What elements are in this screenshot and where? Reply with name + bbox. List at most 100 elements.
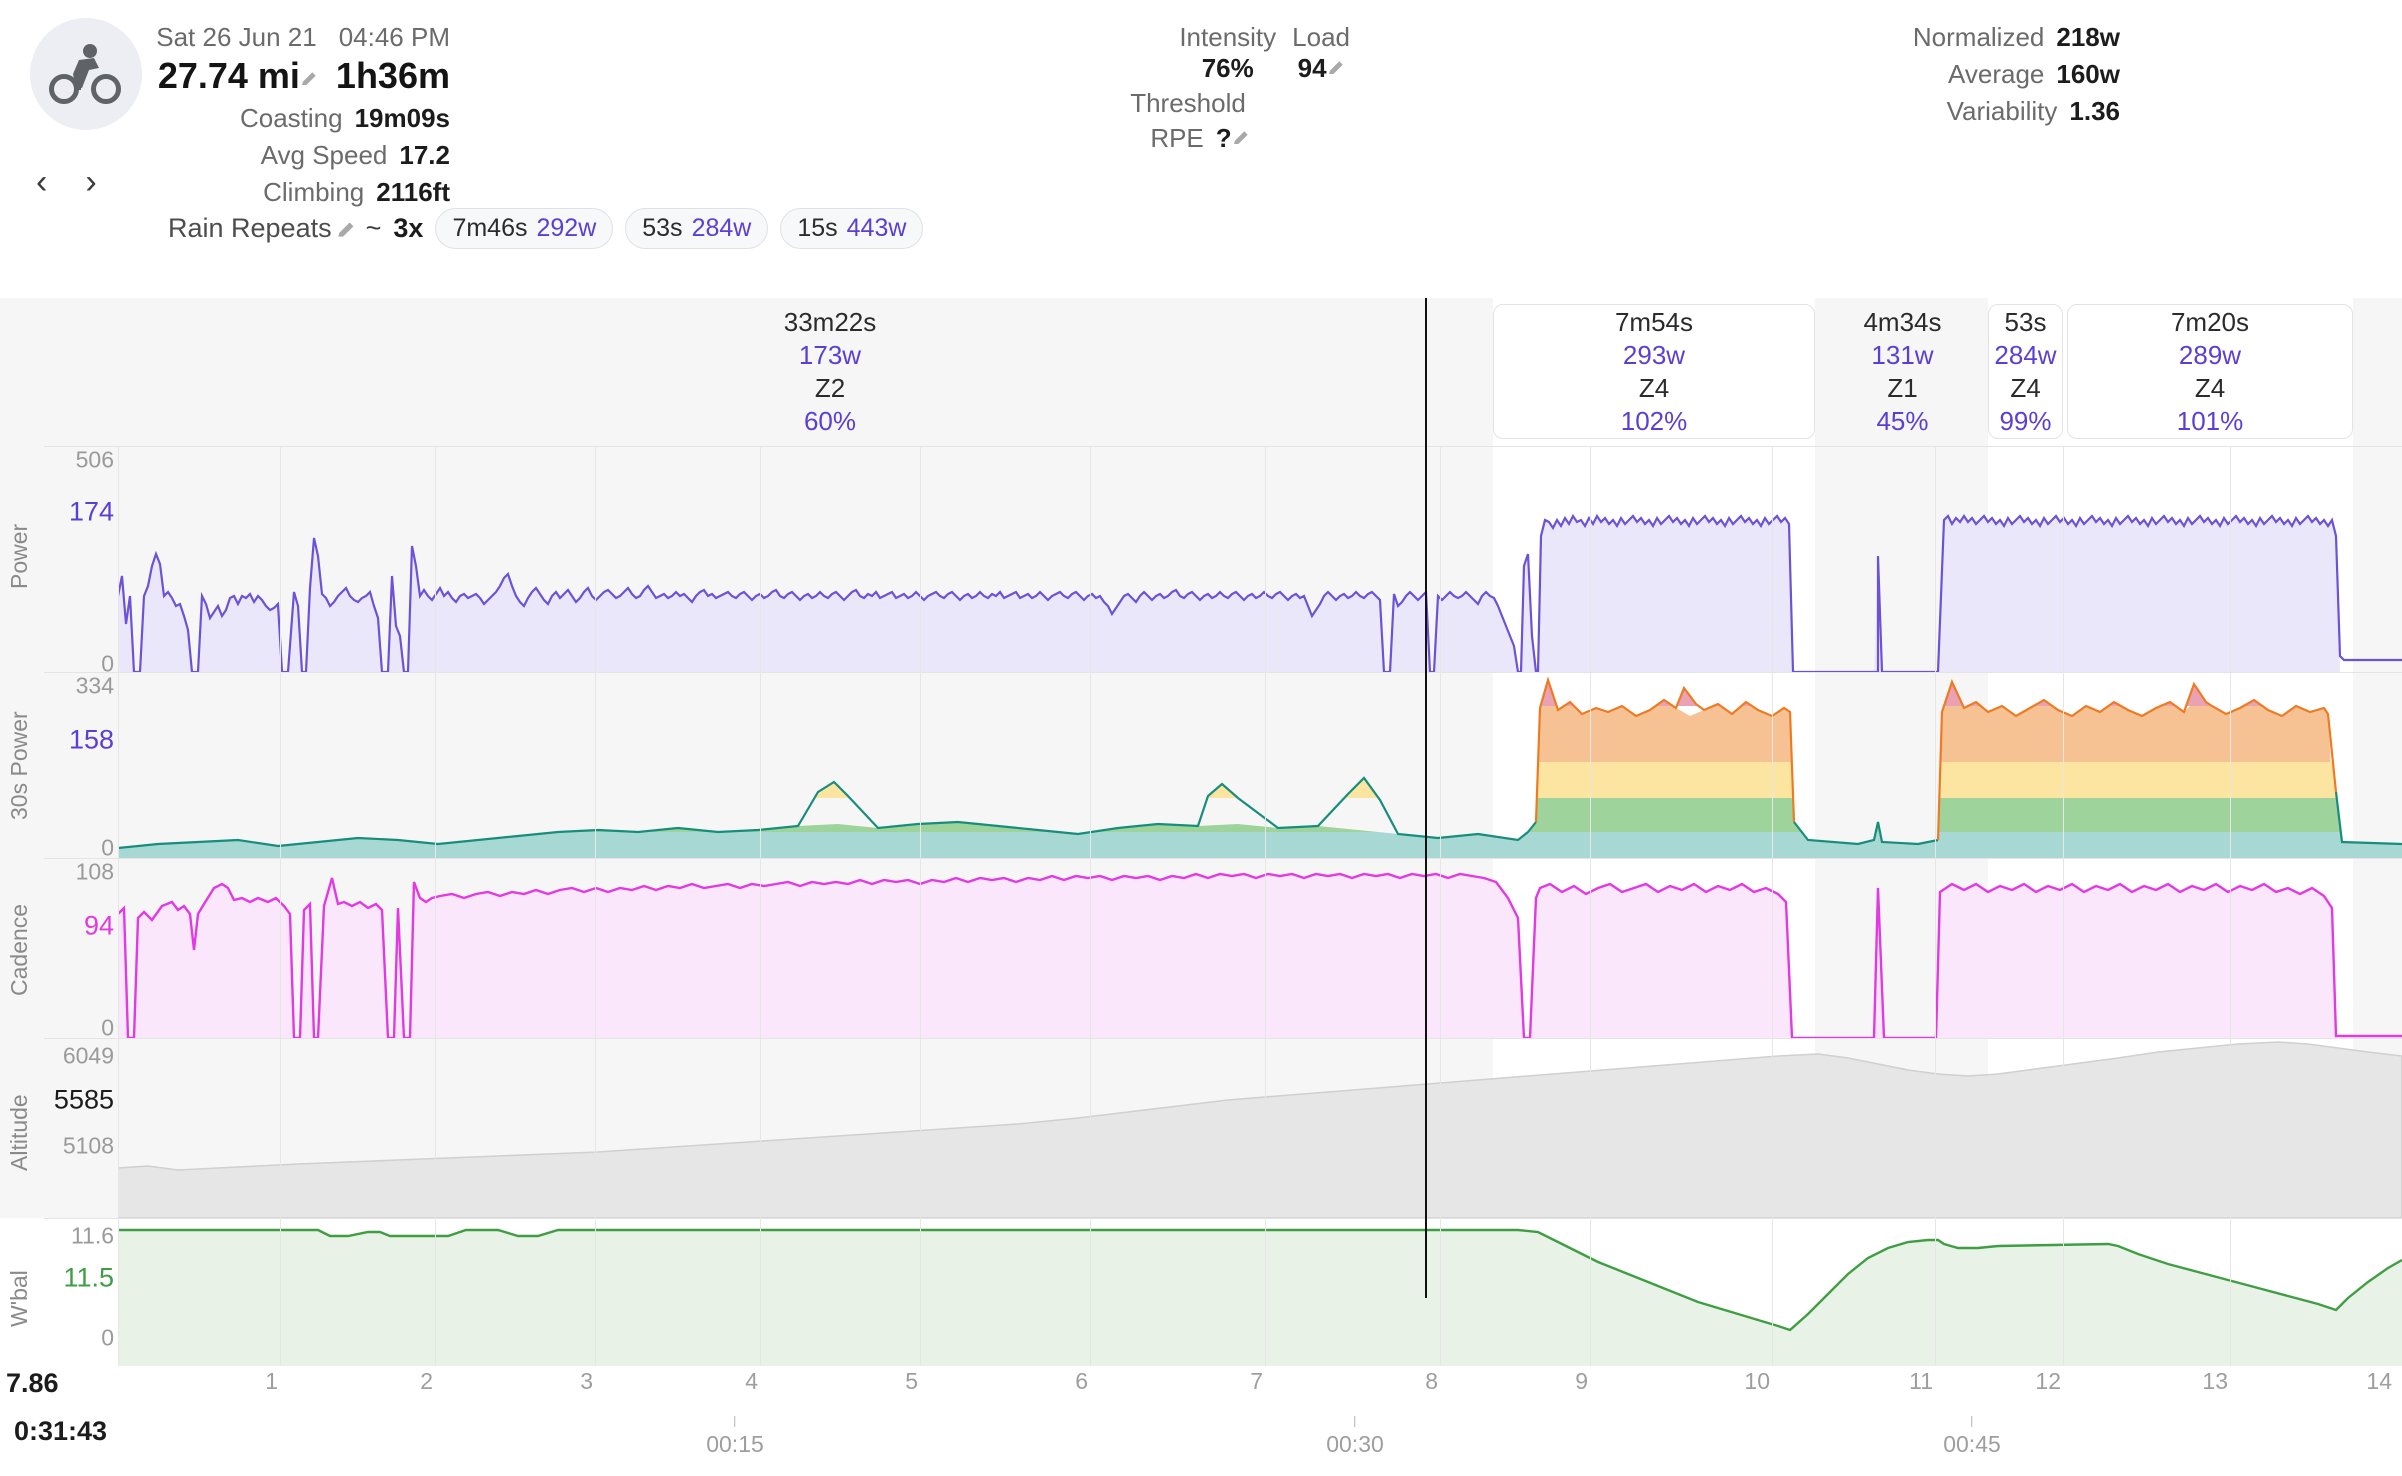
ride-timeline-chart[interactable]: 33m22s 173w Z2 60% 7m54s 293w Z4 102% 4m… — [0, 298, 2402, 1457]
pill-3-time: 15s — [797, 214, 838, 242]
activity-summary: Sat 26 Jun 21 04:46 PM 27.74 mi 1h36m Co… — [150, 22, 450, 208]
panel-wbal-label: W'bal — [6, 1270, 32, 1328]
variability-value: 1.36 — [2069, 96, 2120, 126]
interval-4-power: 289w — [2178, 339, 2242, 370]
panel-altitude-label: Altitude — [6, 1094, 32, 1172]
time-tick-3: 00:45 — [1943, 1416, 2001, 1458]
rpe-value: ? — [1215, 123, 1232, 153]
interval-0-duration: 33m22s — [783, 306, 877, 337]
gridline — [1935, 446, 1936, 1366]
interval-2-duration: 4m34s — [1863, 306, 1942, 337]
x-axis-time: 0:31:43 00:15 00:30 00:45 — [0, 1416, 2402, 1476]
next-activity-button[interactable]: › — [85, 165, 96, 199]
interval-card-0[interactable]: 33m22s 173w Z2 60% — [600, 304, 1060, 439]
edit-distance-icon[interactable] — [300, 70, 318, 88]
cursor-time-value: 0:31:43 — [14, 1416, 108, 1446]
power-tick-current: 174 — [68, 496, 114, 527]
panel-altitude-axis: 6049 5585 5108 — [44, 1038, 118, 1218]
time-tick-1: 00:15 — [706, 1416, 764, 1458]
gridline — [435, 446, 436, 1366]
avg-speed-label: Avg Speed — [260, 140, 388, 170]
time-tick-2: 00:30 — [1326, 1416, 1384, 1458]
approx-symbol: ~ — [365, 213, 382, 243]
coasting-label: Coasting — [239, 103, 343, 133]
average-label: Average — [1948, 59, 2045, 89]
interval-0-zone: Z2 — [814, 372, 846, 403]
repeat-count: 3x — [393, 213, 424, 243]
panel-power: Power 506 174 0 — [0, 446, 2402, 677]
interval-3-percent: 99% — [1999, 405, 2052, 436]
gridline — [2063, 446, 2064, 1366]
panel-30s-power: 30s Power 334 158 0 — [0, 672, 2402, 861]
pill-2-power: 284w — [691, 214, 752, 242]
prev-activity-button[interactable]: ‹ — [36, 165, 47, 199]
panel-30s-power-label: 30s Power — [6, 711, 32, 821]
panel-cadence-label: Cadence — [6, 903, 32, 997]
gridline — [1590, 446, 1591, 1366]
wbal-tick-min: 0 — [101, 1324, 114, 1351]
gridline — [280, 446, 281, 1366]
panel-30s-power-axis: 334 158 0 — [44, 672, 118, 861]
panel-wbal: W'bal 11.6 11.5 0 — [0, 1218, 2402, 1366]
x-tick-10: 10 — [1744, 1368, 1770, 1394]
interval-pill-3[interactable]: 15s 443w — [780, 208, 924, 249]
interval-pill-2[interactable]: 53s 284w — [625, 208, 769, 249]
edit-workout-icon[interactable] — [336, 220, 354, 238]
interval-card-3[interactable]: 53s 284w Z4 99% — [1988, 304, 2063, 439]
pill-2-time: 53s — [642, 214, 683, 242]
activity-nav[interactable]: ‹ › — [36, 165, 97, 199]
p30-tick-max: 334 — [75, 672, 114, 699]
x-axis-distance: 7.86 1 2 3 4 5 6 7 8 9 10 11 12 13 14 — [0, 1368, 2402, 1408]
x-tick-5: 5 — [905, 1368, 918, 1394]
intensity-value: 76% — [1201, 53, 1254, 83]
cadence-tick-current: 94 — [83, 910, 114, 941]
interval-pill-1[interactable]: 7m46s 292w — [435, 208, 614, 249]
zoned-power-trace — [118, 676, 2402, 858]
variability-label: Variability — [1946, 96, 2058, 126]
altitude-tick-current: 5585 — [53, 1084, 114, 1115]
x-tick-11: 11 — [1909, 1368, 1933, 1394]
cyclist-icon — [49, 42, 123, 106]
x-tick-8: 8 — [1425, 1368, 1438, 1394]
interval-card-4[interactable]: 7m20s 289w Z4 101% — [2067, 304, 2353, 439]
interval-2-zone: Z1 — [1887, 372, 1918, 403]
cursor-distance-value: 7.86 — [6, 1368, 59, 1398]
panel-power-label: Power — [6, 523, 32, 589]
x-tick-14: 14 — [2366, 1368, 2392, 1394]
load-value: 94 — [1297, 53, 1327, 83]
gridline — [920, 446, 921, 1366]
time-cursor[interactable] — [1425, 298, 1427, 1298]
intensity-load-summary: Intensity 76% Load 94 Threshold RPE ? — [1060, 22, 1350, 154]
average-value: 160w — [2056, 59, 2120, 89]
interval-3-power: 284w — [1994, 339, 2057, 370]
activity-avatar — [30, 18, 142, 130]
interval-card-1[interactable]: 7m54s 293w Z4 102% — [1493, 304, 1815, 439]
x-tick-6: 6 — [1075, 1368, 1088, 1394]
wbal-tick-max: 11.6 — [70, 1222, 114, 1249]
interval-2-power: 131w — [1871, 339, 1934, 370]
interval-card-2[interactable]: 4m34s 131w Z1 45% — [1820, 304, 1985, 439]
x-tick-4: 4 — [745, 1368, 758, 1394]
panel-30s-power-plot — [118, 672, 2402, 858]
pill-1-power: 292w — [536, 214, 597, 242]
x-tick-7: 7 — [1250, 1368, 1263, 1394]
wbal-trace — [118, 1228, 2402, 1366]
panel-cadence: Cadence 108 94 0 — [0, 858, 2402, 1041]
activity-distance: 27.74 mi — [157, 55, 300, 96]
rpe-label: RPE — [1150, 123, 1204, 153]
edit-load-icon[interactable] — [1327, 59, 1345, 77]
workout-name: Rain Repeats — [168, 213, 332, 243]
normalized-value: 218w — [2056, 22, 2120, 52]
panel-cadence-axis: 108 94 0 — [44, 858, 118, 1041]
x-tick-2: 2 — [420, 1368, 433, 1394]
p30-tick-current: 158 — [68, 724, 114, 755]
x-tick-12: 12 — [2035, 1368, 2061, 1394]
altitude-trace — [118, 1041, 2402, 1218]
normalized-label: Normalized — [1912, 22, 2045, 52]
edit-rpe-icon[interactable] — [1232, 129, 1250, 147]
time-tick-3-label: 00:45 — [1943, 1431, 2001, 1457]
interval-0-percent: 60% — [803, 405, 857, 436]
gridline — [1265, 446, 1266, 1366]
activity-header: ‹ › Sat 26 Jun 21 04:46 PM 27.74 mi 1h36… — [0, 0, 2402, 298]
interval-3-duration: 53s — [2004, 306, 2047, 337]
